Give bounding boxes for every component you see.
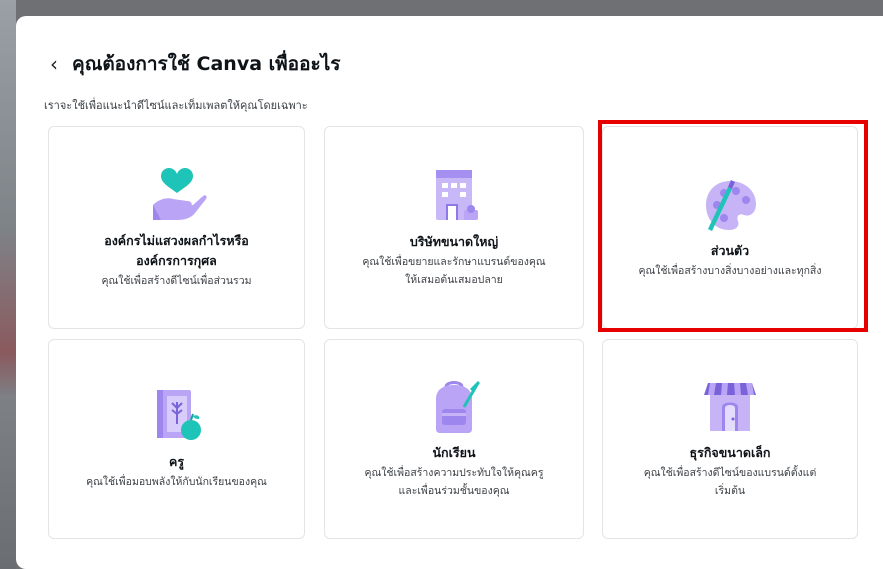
dialog-title: คุณต้องการใช้ Canva เพื่ออะไร — [72, 53, 341, 75]
office-building-icon — [424, 166, 484, 224]
option-card-teacher[interactable]: ครู คุณใช้เพื่อมอบพลังให้กับนักเรียนของค… — [48, 339, 305, 539]
card-description: คุณใช้เพื่อมอบพลังให้กับนักเรียนของคุณ — [86, 476, 267, 489]
small-shop-icon — [700, 377, 760, 435]
option-card-nonprofit[interactable]: องค์กรไม่แสวงผลกำไรหรือ องค์กรการกุศล คุ… — [48, 126, 305, 329]
background-page — [0, 0, 16, 569]
card-title: ส่วนตัว — [710, 242, 750, 258]
card-description: คุณใช้เพื่อสร้างดีไซน์เพื่อส่วนรวม — [101, 274, 252, 287]
backpack-icon — [424, 377, 484, 435]
option-card-personal[interactable]: ส่วนตัว คุณใช้เพื่อสร้างบางสิ่งบางอย่างแ… — [602, 126, 858, 329]
dialog-subtitle: เราจะใช้เพื่อแนะนำดีไซน์และเท็มเพลตให้คุ… — [44, 99, 308, 112]
option-card-small-business[interactable]: ธุรกิจขนาดเล็ก คุณใช้เพื่อสร้างดีไซน์ของ… — [602, 339, 858, 539]
card-title: ธุรกิจขนาดเล็ก — [689, 445, 771, 461]
card-description: คุณใช้เพื่อขยายและรักษาแบรนด์ของคุณ ให้เ… — [362, 255, 546, 286]
notebook-apple-icon — [147, 386, 207, 444]
card-title: ครู — [168, 454, 185, 470]
paint-palette-icon — [700, 175, 760, 233]
option-card-student[interactable]: นักเรียน คุณใช้เพื่อสร้างความประทับใจให้… — [324, 339, 584, 539]
card-description: คุณใช้เพื่อสร้างความประทับใจให้คุณครู แล… — [364, 467, 544, 497]
heart-in-hand-icon — [147, 165, 207, 223]
card-title: องค์กรไม่แสวงผลกำไรหรือ องค์กรการกุศล — [104, 232, 249, 268]
card-description: คุณใช้เพื่อสร้างบางสิ่งบางอย่างและทุกสิ่… — [638, 264, 822, 277]
card-description: คุณใช้เพื่อสร้างดีไซน์ของแบรนด์ตั้งแต่ เ… — [643, 467, 817, 497]
back-button[interactable]: ‹ — [44, 52, 64, 76]
dialog-header: ‹ คุณต้องการใช้ Canva เพื่ออะไร — [44, 50, 340, 78]
chevron-left-icon: ‹ — [50, 52, 58, 76]
card-title: บริษัทขนาดใหญ่ — [409, 233, 499, 249]
card-title: นักเรียน — [432, 445, 476, 461]
usage-selection-dialog: ‹ คุณต้องการใช้ Canva เพื่ออะไร เราจะใช้… — [16, 16, 883, 569]
option-card-large-company[interactable]: บริษัทขนาดใหญ่ คุณใช้เพื่อขยายและรักษาแบ… — [324, 126, 584, 329]
